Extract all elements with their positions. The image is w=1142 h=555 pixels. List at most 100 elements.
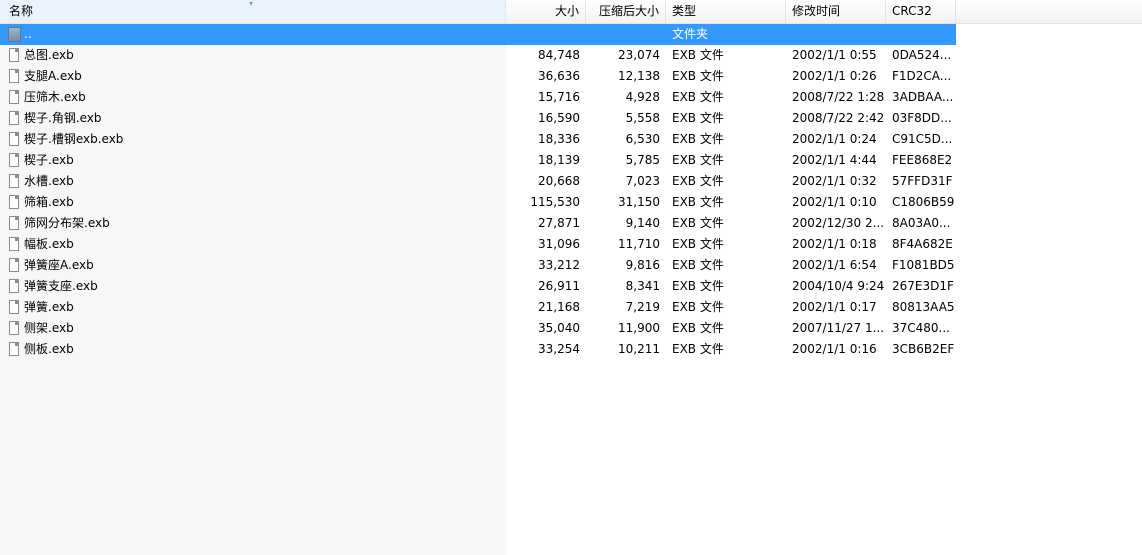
column-header-size-label: 大小 [554,4,579,18]
column-header-bar: 名称 ▾ 大小 压缩后大小 类型 修改时间 CRC32 [0,0,1142,24]
file-size: 84,748 [538,48,580,62]
file-icon [9,195,19,209]
column-header-name[interactable]: 名称 ▾ [0,0,506,23]
file-icon [9,342,19,356]
file-type: EXB 文件 [672,69,724,83]
folder-up-icon [8,27,21,42]
file-type: EXB 文件 [672,216,724,230]
column-header-packed-size[interactable]: 压缩后大小 [586,0,666,23]
file-packed-size: 8,341 [625,279,660,293]
file-size: 15,716 [538,90,580,104]
file-type: EXB 文件 [672,279,724,293]
column-header-type[interactable]: 类型 [666,0,786,23]
file-row[interactable]: 总图.exb 84,748 23,074 EXB 文件 2002/1/1 0:55 0DA… [0,45,956,66]
file-packed-size: 7,023 [625,174,660,188]
file-size: 20,668 [538,174,580,188]
file-name: 幅板.exb [24,237,74,251]
file-name: 总图.exb [24,48,74,62]
file-icon [9,132,19,146]
parent-folder-name: .. [24,27,32,41]
column-header-packed-label: 压缩后大小 [598,4,659,18]
file-modified: 2002/1/1 4:44 [792,153,877,167]
column-header-modified-label: 修改时间 [792,4,841,18]
file-crc32: C91C5D... [892,132,953,146]
column-header-crc32[interactable]: CRC32 [886,0,956,23]
file-crc32: 37C480... [892,321,950,335]
file-type: EXB 文件 [672,153,724,167]
file-row[interactable]: 楔子.exb 18,139 5,785 EXB 文件 2002/1/1 4:44 FEE8… [0,150,956,171]
file-size: 115,530 [530,195,580,209]
file-icon [9,321,19,335]
file-packed-size: 11,900 [618,321,660,335]
file-packed-size: 6,530 [625,132,660,146]
file-modified: 2002/12/30 2... [792,216,885,230]
file-icon [9,111,19,125]
file-crc32: F1081BD5 [892,258,954,272]
file-packed-size: 5,785 [625,153,660,167]
file-name: 楔子.角钢.exb [24,111,102,125]
file-crc32: C1806B59 [892,195,954,209]
file-icon [9,279,19,293]
file-name: 楔子.exb [24,153,74,167]
file-size: 16,590 [538,111,580,125]
file-modified: 2002/1/1 0:32 [792,174,877,188]
file-icon [9,153,19,167]
file-modified: 2002/1/1 0:17 [792,300,877,314]
file-name: 弹簧支座.exb [24,279,98,293]
file-name: 侧板.exb [24,342,74,356]
file-crc32: 0DA524... [892,48,952,62]
file-packed-size: 9,140 [625,216,660,230]
file-row[interactable]: 弹簧.exb 21,168 7,219 EXB 文件 2002/1/1 0:17 8081… [0,297,956,318]
file-row[interactable]: 侧板.exb 33,254 10,211 EXB 文件 2002/1/1 0:16 3CB… [0,339,956,360]
file-packed-size: 7,219 [625,300,660,314]
file-name: 弹簧.exb [24,300,74,314]
file-type: EXB 文件 [672,195,724,209]
file-modified: 2007/11/27 1... [792,321,885,335]
file-name: 侧架.exb [24,321,74,335]
file-row[interactable]: 楔子.角钢.exb 16,590 5,558 EXB 文件 2008/7/22 2:42… [0,108,956,129]
file-crc32: 267E3D1F [892,279,954,293]
file-type: EXB 文件 [672,48,724,62]
file-icon [9,237,19,251]
file-size: 35,040 [538,321,580,335]
column-header-modified[interactable]: 修改时间 [786,0,886,23]
file-row[interactable]: 楔子.槽钢exb.exb 18,336 6,530 EXB 文件 2002/1/1 0:… [0,129,956,150]
file-crc32: F1D2CA... [892,69,952,83]
file-modified: 2002/1/1 0:24 [792,132,877,146]
file-row[interactable]: 弹簧座A.exb 33,212 9,816 EXB 文件 2002/1/1 6:54 F1… [0,255,956,276]
parent-folder-row[interactable]: .. 文件夹 [0,24,956,45]
file-type: EXB 文件 [672,237,724,251]
file-crc32: 03F8DD... [892,111,952,125]
file-row[interactable]: 水槽.exb 20,668 7,023 EXB 文件 2002/1/1 0:32 57FF… [0,171,956,192]
file-crc32: 3CB6B2EF [892,342,954,356]
file-type: EXB 文件 [672,90,724,104]
file-row[interactable]: 支腿A.exb 36,636 12,138 EXB 文件 2002/1/1 0:26 F1… [0,66,956,87]
file-packed-size: 10,211 [618,342,660,356]
file-type: EXB 文件 [672,300,724,314]
file-size: 18,139 [538,153,580,167]
file-type: EXB 文件 [672,258,724,272]
file-size: 33,212 [538,258,580,272]
file-crc32: FEE868E2 [892,153,953,167]
file-row[interactable]: 弹簧支座.exb 26,911 8,341 EXB 文件 2004/10/4 9:24 2… [0,276,956,297]
file-size: 36,636 [538,69,580,83]
file-type: EXB 文件 [672,111,724,125]
file-row[interactable]: 侧架.exb 35,040 11,900 EXB 文件 2007/11/27 1... 3… [0,318,956,339]
file-crc32: 80813AA5 [892,300,954,314]
file-modified: 2004/10/4 9:24 [792,279,885,293]
file-modified: 2002/1/1 0:16 [792,342,877,356]
file-name: 支腿A.exb [24,69,82,83]
file-row[interactable]: 筛箱.exb 115,530 31,150 EXB 文件 2002/1/1 0:10 C1… [0,192,956,213]
file-modified: 2002/1/1 0:10 [792,195,877,209]
file-name: 压筛木.exb [24,90,86,104]
file-size: 31,096 [538,237,580,251]
file-crc32: 57FFD31F [892,174,953,188]
file-row[interactable]: 压筛木.exb 15,716 4,928 EXB 文件 2008/7/22 1:28 3A… [0,87,956,108]
file-modified: 2002/1/1 0:55 [792,48,877,62]
column-header-size[interactable]: 大小 [506,0,586,23]
file-modified: 2002/1/1 0:18 [792,237,877,251]
file-packed-size: 12,138 [618,69,660,83]
file-row[interactable]: 筛网分布架.exb 27,871 9,140 EXB 文件 2002/12/30 2..… [0,213,956,234]
file-size: 33,254 [538,342,580,356]
file-row[interactable]: 幅板.exb 31,096 11,710 EXB 文件 2002/1/1 0:18 8F4… [0,234,956,255]
